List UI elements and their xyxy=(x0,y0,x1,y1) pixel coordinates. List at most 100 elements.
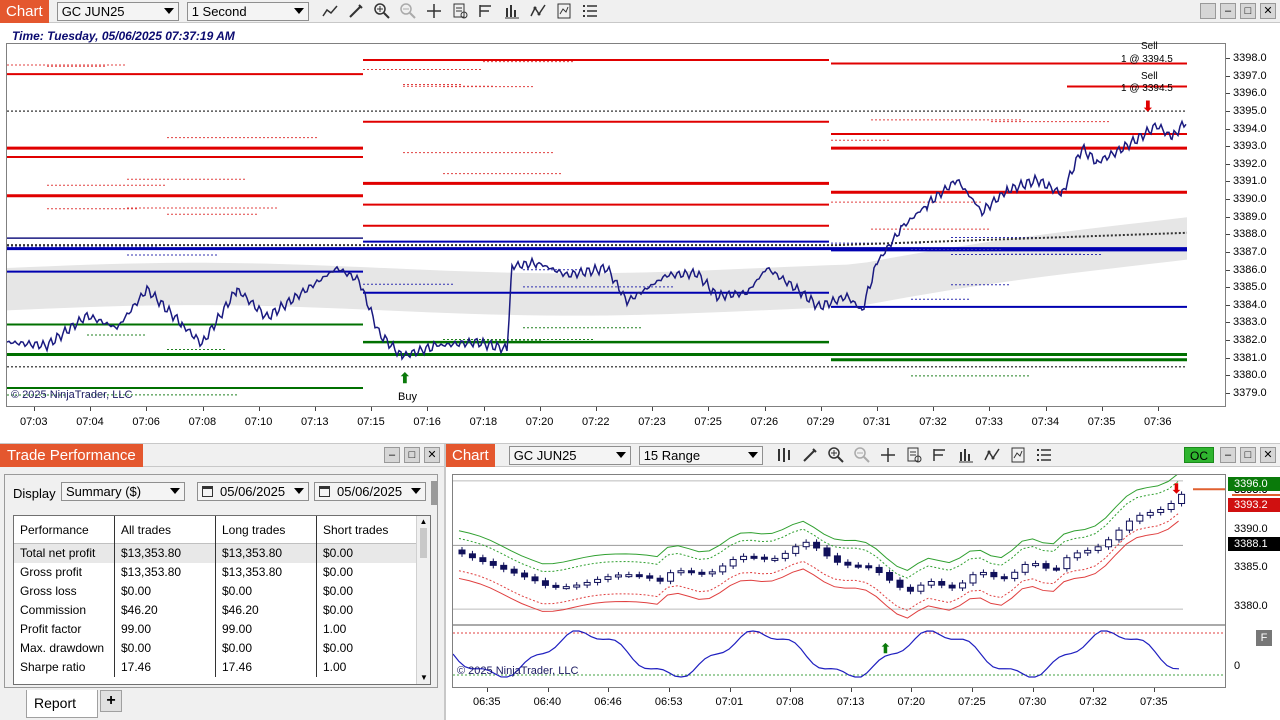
instrument-selector[interactable]: GC JUN25 xyxy=(508,445,631,465)
indicators-icon[interactable] xyxy=(981,445,1003,465)
maximize-button[interactable]: □ xyxy=(1240,447,1256,463)
y-tick-mark xyxy=(1226,58,1230,59)
panel-scrollbar[interactable] xyxy=(431,481,437,505)
data-box-icon[interactable] xyxy=(449,1,471,21)
table-cell: $0.00 xyxy=(316,582,416,601)
scroll-thumb[interactable] xyxy=(420,528,427,558)
close-icon[interactable]: ✕ xyxy=(1260,3,1276,19)
table-row[interactable]: Max. drawdown $0.00 $0.00 $0.00 xyxy=(14,639,430,658)
candle xyxy=(906,586,914,592)
maximize-button[interactable]: □ xyxy=(1240,3,1256,19)
display-selector[interactable]: Summary ($) xyxy=(61,482,185,501)
properties-icon[interactable] xyxy=(1007,445,1029,465)
instrument-selector[interactable]: GC JUN25 xyxy=(56,1,179,21)
close-icon[interactable]: ✕ xyxy=(1260,447,1276,463)
properties-icon[interactable] xyxy=(553,1,575,21)
y-tick-mark xyxy=(1226,340,1230,342)
window-option-button[interactable] xyxy=(1200,3,1216,19)
chevron-down-icon xyxy=(411,488,421,494)
crosshair-icon[interactable] xyxy=(423,1,445,21)
maximize-button[interactable]: □ xyxy=(404,447,420,463)
column-header[interactable]: Short trades xyxy=(316,515,416,544)
drawing-tool-icon[interactable] xyxy=(345,1,367,21)
report-tab-label: Report xyxy=(34,695,77,711)
table-row[interactable]: Profit factor 99.00 99.00 1.00 xyxy=(14,620,430,639)
column-header[interactable]: Performance xyxy=(14,523,114,537)
chart-style-icon[interactable] xyxy=(319,1,341,21)
scroll-down-icon[interactable]: ▼ xyxy=(417,672,431,684)
table-row[interactable]: Total net profit $13,353.80 $13,353.80 $0.0… xyxy=(14,544,430,563)
y-tick-label: 3389.0 xyxy=(1233,210,1267,223)
top-price-axis[interactable]: 3398.0 3397.0 3396.0 3395.0 3394.0 3393.0 3392… xyxy=(1226,43,1280,407)
zoom-out-icon[interactable] xyxy=(851,445,873,465)
indicators-icon[interactable] xyxy=(527,1,549,21)
crosshair-icon[interactable] xyxy=(877,445,899,465)
f-button[interactable]: F xyxy=(1256,630,1272,646)
x-tick-label: 07:25 xyxy=(958,696,986,708)
bottom-price-axis[interactable]: 3395.03390.03385.03380.03395.03396.03393… xyxy=(1226,474,1280,688)
chart-tab[interactable]: Chart xyxy=(446,443,495,467)
minimize-button[interactable]: – xyxy=(1220,447,1236,463)
copyright-label: © 2025 NinjaTrader, LLC xyxy=(457,665,579,677)
table-row[interactable]: Commission $46.20 $46.20 $0.00 xyxy=(14,601,430,620)
oc-button[interactable]: OC xyxy=(1184,447,1214,463)
candle xyxy=(959,582,967,589)
bars-icon[interactable] xyxy=(501,1,523,21)
y-tick-mark xyxy=(1226,304,1230,306)
scroll-up-icon[interactable]: ▲ xyxy=(417,516,430,528)
date-to-value: 05/06/2025 xyxy=(337,484,403,499)
date-to-picker[interactable]: 05/06/2025 xyxy=(314,482,426,501)
bottom-time-axis[interactable]: 06:35 06:40 06:46 06:53 07:01 07:08 07:13 07:20… xyxy=(452,688,1226,718)
x-tick-mark xyxy=(1032,688,1034,692)
table-cell: $13,353.80 xyxy=(114,563,215,582)
price-tag: 3388.1 xyxy=(1228,537,1280,552)
x-tick-label: 07:13 xyxy=(301,416,329,428)
strategy-icon[interactable] xyxy=(929,445,951,465)
bar-style-icon[interactable] xyxy=(773,445,795,465)
candle xyxy=(781,552,789,559)
interval-selector[interactable]: 15 Range xyxy=(638,445,763,465)
candle xyxy=(458,549,466,555)
table-row[interactable]: Gross profit $13,353.80 $13,353.80 $0.00 xyxy=(14,563,430,582)
bars-icon[interactable] xyxy=(955,445,977,465)
x-tick-mark xyxy=(668,688,670,692)
top-chart-plot[interactable]: © 2025 NinjaTrader, LLC Buy ⬆ Sell 1 @ 3… xyxy=(6,41,1226,407)
y-tick-label: 3394.0 xyxy=(1233,122,1267,135)
candle xyxy=(614,574,622,578)
candle xyxy=(562,586,570,590)
candle xyxy=(708,571,716,575)
zoom-in-icon[interactable] xyxy=(825,445,847,465)
add-tab-button[interactable]: + xyxy=(100,690,122,712)
minimize-button[interactable]: – xyxy=(384,447,400,463)
interval-selector[interactable]: 1 Second xyxy=(186,1,309,21)
top-time-axis[interactable]: 07:03 07:04 07:06 07:08 07:10 07:13 07:15 07:16… xyxy=(6,407,1226,433)
table-cell: 17.46 xyxy=(114,658,215,677)
data-box-icon[interactable] xyxy=(903,445,925,465)
report-tab[interactable]: Report xyxy=(26,690,98,718)
column-header[interactable]: Long trades xyxy=(215,515,316,544)
bottom-chart-plot[interactable]: © 2025 NinjaTrader, LLC ⬆ ⬇ xyxy=(452,474,1226,688)
close-icon[interactable]: ✕ xyxy=(424,447,440,463)
table-row[interactable]: Gross loss $0.00 $0.00 $0.00 xyxy=(14,582,430,601)
zoom-in-icon[interactable] xyxy=(371,1,393,21)
list-icon[interactable] xyxy=(579,1,601,21)
list-icon[interactable] xyxy=(1033,445,1055,465)
y-tick-mark xyxy=(1226,287,1230,289)
candle xyxy=(990,571,998,578)
table-row[interactable]: Sharpe ratio 17.46 17.46 1.00 xyxy=(14,658,430,677)
chevron-down-icon xyxy=(294,488,304,494)
drawing-tool-icon[interactable] xyxy=(799,445,821,465)
column-header[interactable]: All trades xyxy=(114,515,215,544)
date-from-picker[interactable]: 05/06/2025 xyxy=(197,482,309,501)
chart-tab[interactable]: Chart xyxy=(0,0,49,23)
table-scrollbar[interactable]: ▲ ▼ xyxy=(416,516,430,684)
strategy-icon[interactable] xyxy=(475,1,497,21)
zoom-out-icon[interactable] xyxy=(397,1,419,21)
x-tick-label: 07:29 xyxy=(806,416,835,428)
x-tick-label: 07:06 xyxy=(132,416,160,428)
candle xyxy=(667,572,675,582)
candle xyxy=(552,584,560,588)
minimize-button[interactable]: – xyxy=(1220,3,1236,19)
table-cell: 99.00 xyxy=(114,620,215,639)
y-tick-mark xyxy=(1226,128,1230,130)
